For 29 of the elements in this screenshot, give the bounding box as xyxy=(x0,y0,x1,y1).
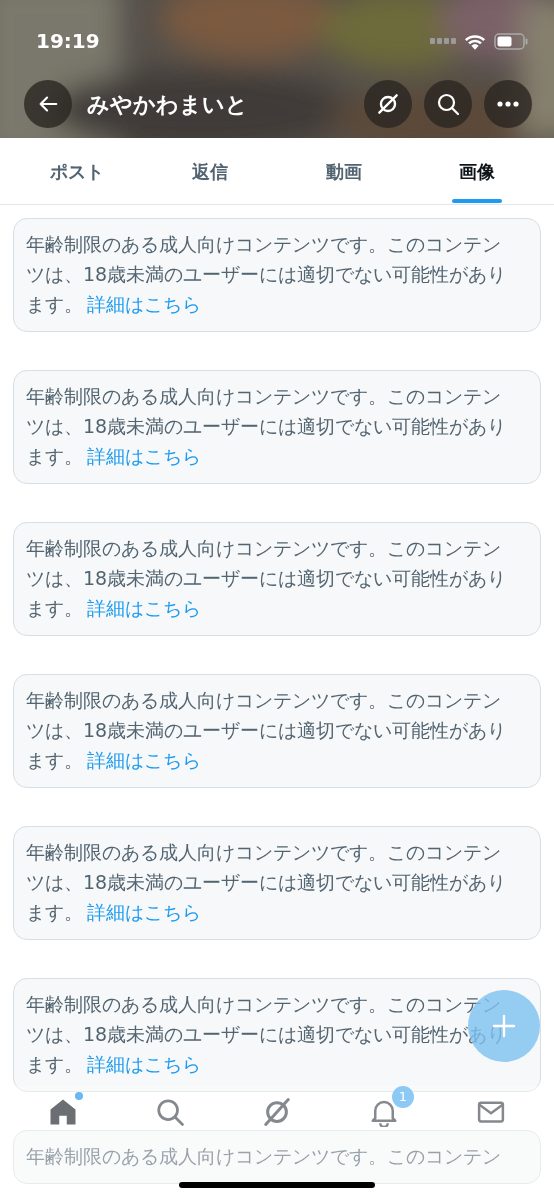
more-icon xyxy=(497,101,519,107)
wifi-icon xyxy=(464,32,486,50)
tab[interactable]: 画像 xyxy=(410,138,544,204)
details-link[interactable]: 詳細はこちら xyxy=(87,445,201,467)
battery-icon xyxy=(494,32,528,50)
details-link[interactable]: 詳細はこちら xyxy=(87,901,201,923)
content-warning-text: 年齢制限のある成人向けコンテンツです。このコンテンツは、18歳未満のユーザーには適切でない可能性があります。 詳細はこちら xyxy=(26,688,508,773)
tab[interactable]: 動画 xyxy=(277,138,411,204)
details-link[interactable]: 詳細はこちら xyxy=(87,597,201,619)
slashed-circle-icon xyxy=(262,1097,292,1127)
tab[interactable]: ポスト xyxy=(10,138,144,204)
home-icon xyxy=(48,1097,79,1127)
details-link[interactable]: 詳細はこちら xyxy=(87,1053,201,1075)
content-warning-text: 年齢制限のある成人向けコンテンツです。このコンテン xyxy=(26,1144,502,1169)
details-link[interactable]: 詳細はこちら xyxy=(87,749,201,771)
notification-badge: 1 xyxy=(391,1086,414,1108)
search-icon xyxy=(155,1097,186,1127)
profile-name: みやかわまいと xyxy=(87,90,248,119)
signal-icon xyxy=(430,38,456,44)
tab-indicator xyxy=(452,199,503,203)
details-link[interactable]: 詳細はこちら xyxy=(87,293,201,315)
slashed-circle-icon xyxy=(375,91,401,117)
content-warning-text: 年齢制限のある成人向けコンテンツです。このコンテンツは、18歳未満のユーザーには適切でない可能性があります。 詳細はこちら xyxy=(26,840,508,925)
content-warning-text: 年齢制限のある成人向けコンテンツです。このコンテンツは、18歳未満のユーザーには適切でない可能性があります。 詳細はこちら xyxy=(26,384,508,469)
content-warning-text: 年齢制限のある成人向けコンテンツです。このコンテンツは、18歳未満のユーザーには適切でない可能性があります。 詳細はこちら xyxy=(26,232,508,317)
search-icon xyxy=(436,92,460,116)
tab[interactable]: 返信 xyxy=(143,138,277,204)
status-time: 19:19 xyxy=(36,28,100,55)
content-warning-text: 年齢制限のある成人向けコンテンツです。このコンテンツは、18歳未満のユーザーには適切でない可能性があります。 詳細はこちら xyxy=(26,536,508,621)
